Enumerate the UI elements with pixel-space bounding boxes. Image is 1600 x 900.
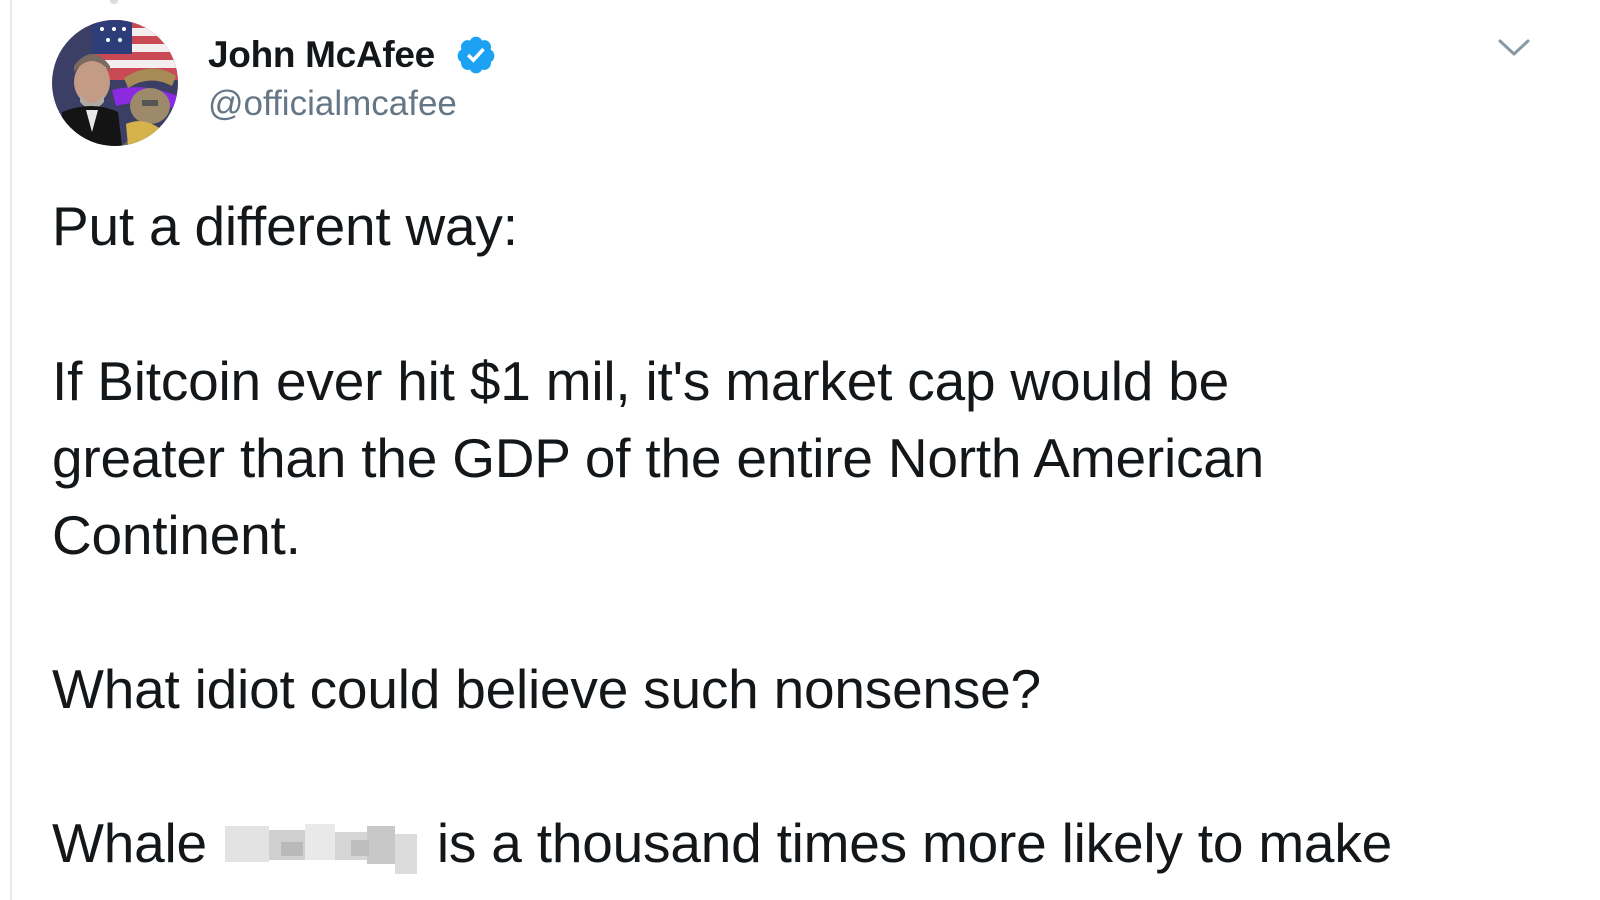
- tweet-text-line: What idiot could believe such nonsense?: [52, 658, 1041, 720]
- tweet-text-line: If Bitcoin ever hit $1 mil, it's market …: [52, 350, 1229, 412]
- avatar[interactable]: [52, 20, 178, 146]
- verified-badge-icon: [457, 36, 495, 74]
- censored-word: [221, 812, 421, 874]
- avatar-image: [52, 20, 178, 146]
- tweet-text-line: greater than the GDP of the entire North…: [52, 427, 1265, 489]
- tweet-text-segment: is a thousand times more likely to make: [436, 812, 1393, 874]
- user-name[interactable]: John McAfee: [208, 34, 435, 76]
- chevron-down-icon[interactable]: [1494, 32, 1534, 62]
- tweet-text-line: Continent.: [52, 504, 301, 566]
- tweet-text-line: Put a different way:: [52, 195, 518, 257]
- user-handle[interactable]: @officialmcafee: [208, 84, 457, 124]
- tweet-text-line: Whale is a thousand times more likely to…: [52, 805, 1392, 882]
- tweet-text-segment: Whale: [52, 812, 207, 874]
- tweet-card[interactable]: John McAfee @officialmcafee Put a differ…: [0, 0, 1600, 900]
